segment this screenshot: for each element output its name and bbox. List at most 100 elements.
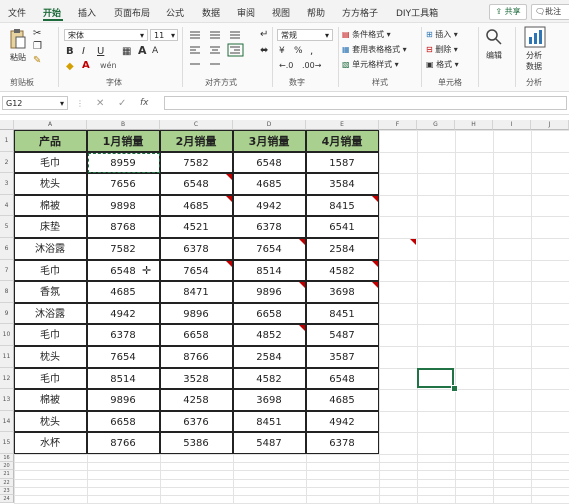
table-cell[interactable]: 毛巾: [13, 151, 87, 174]
table-cell[interactable]: 8766: [159, 346, 233, 368]
comma-button[interactable]: ,: [310, 46, 313, 57]
percent-button[interactable]: %: [294, 46, 303, 56]
column-header-e[interactable]: E: [306, 120, 379, 130]
table-cell[interactable]: 2584: [305, 238, 379, 260]
table-cell[interactable]: 4685: [232, 173, 306, 195]
row-header-8[interactable]: 8: [0, 281, 14, 303]
table-cell[interactable]: 6658: [86, 410, 160, 433]
insert-cells-button[interactable]: ⊞ 插入 ▾: [426, 29, 458, 40]
row-header-14[interactable]: 14: [0, 410, 14, 433]
table-cell[interactable]: 沐浴露: [13, 238, 87, 260]
table-cell[interactable]: 7582: [86, 238, 160, 260]
row-header-15[interactable]: 15: [0, 432, 14, 454]
table-cell[interactable]: 香氛: [13, 281, 87, 303]
table-cell[interactable]: 8471: [159, 281, 233, 303]
column-header-a[interactable]: A: [14, 120, 87, 130]
format-cells-button[interactable]: ▣ 格式 ▾: [426, 59, 459, 70]
table-header-cell[interactable]: 4月销量: [305, 130, 379, 152]
table-cell[interactable]: 4942: [232, 194, 306, 217]
table-cell[interactable]: 1587: [305, 151, 379, 174]
analyze-data-label-2[interactable]: 数据: [526, 61, 542, 72]
table-cell[interactable]: 7582: [159, 151, 233, 174]
merge-cells-icon[interactable]: ⬌: [260, 45, 268, 56]
cell-styles-button[interactable]: ▧ 单元格样式 ▾: [342, 59, 399, 70]
table-cell[interactable]: 7654: [86, 346, 160, 368]
table-cell[interactable]: 4685: [305, 389, 379, 411]
wrap-text-icon[interactable]: ↵: [260, 29, 268, 40]
table-header-cell[interactable]: 产品: [13, 130, 87, 152]
alignment-icons[interactable]: [188, 29, 258, 73]
table-cell[interactable]: 床垫: [13, 216, 87, 238]
table-cell[interactable]: 棉被: [13, 389, 87, 411]
column-header-c[interactable]: C: [160, 120, 233, 130]
table-cell[interactable]: 9896: [86, 389, 160, 411]
function-icon[interactable]: fx: [140, 98, 149, 108]
table-cell[interactable]: 6378: [305, 432, 379, 454]
phonetic-button[interactable]: wén: [100, 61, 117, 70]
table-cell[interactable]: 7656: [86, 173, 160, 195]
table-cell[interactable]: 3584: [305, 173, 379, 195]
font-shrink-icon[interactable]: A: [152, 46, 158, 56]
table-cell[interactable]: 7654: [232, 238, 306, 260]
table-cell[interactable]: 毛巾: [13, 367, 87, 390]
cut-icon[interactable]: ✂: [33, 28, 41, 39]
tab-fangfang[interactable]: 方方格子: [342, 6, 378, 19]
table-cell[interactable]: 4685: [159, 194, 233, 217]
table-cell[interactable]: 7654: [159, 259, 233, 282]
table-cell[interactable]: 4521: [159, 216, 233, 238]
row-header-9[interactable]: 9: [0, 302, 14, 325]
column-header-g[interactable]: G: [417, 120, 455, 130]
active-cell-g12[interactable]: [417, 367, 454, 389]
table-cell[interactable]: 枕头: [13, 346, 87, 368]
table-header-cell[interactable]: 1月销量: [86, 130, 160, 152]
search-icon[interactable]: [485, 28, 503, 46]
table-cell[interactable]: 8451: [232, 410, 306, 433]
row-header-10[interactable]: 10: [0, 324, 14, 346]
row-header-6[interactable]: 6: [0, 238, 14, 260]
table-cell[interactable]: 5487: [232, 432, 306, 454]
table-cell[interactable]: 毛巾: [13, 259, 87, 282]
column-header-j[interactable]: J: [531, 120, 569, 130]
delete-cells-button[interactable]: ⊟ 删除 ▾: [426, 44, 458, 55]
table-cell[interactable]: 4942: [86, 302, 160, 325]
row-header-21[interactable]: 21: [0, 470, 14, 479]
table-format-button[interactable]: ▦ 套用表格格式 ▾: [342, 44, 407, 55]
table-cell[interactable]: 4942: [305, 410, 379, 433]
column-header-h[interactable]: H: [455, 120, 493, 130]
paste-icon[interactable]: [8, 28, 26, 50]
table-cell[interactable]: 8766: [86, 432, 160, 454]
row-header-3[interactable]: 3: [0, 173, 14, 195]
table-cell[interactable]: 毛巾: [13, 324, 87, 346]
table-cell[interactable]: 4582: [232, 367, 306, 390]
table-cell[interactable]: 6376: [159, 410, 233, 433]
table-cell[interactable]: 9898: [86, 194, 160, 217]
table-cell[interactable]: 3698: [232, 389, 306, 411]
row-header-2[interactable]: 2: [0, 151, 14, 174]
font-size-select[interactable]: 11 ▾: [150, 29, 178, 41]
table-cell[interactable]: 水杯: [13, 432, 87, 454]
analyze-data-icon[interactable]: [524, 26, 546, 48]
table-cell[interactable]: 4852: [232, 324, 306, 346]
font-name-select[interactable]: 宋体 ▾: [64, 29, 148, 41]
number-format-select[interactable]: 常规 ▾: [277, 29, 333, 41]
tab-view[interactable]: 视图: [272, 6, 290, 19]
table-cell[interactable]: 6658: [159, 324, 233, 346]
decrease-decimal-icon[interactable]: .00→: [302, 61, 321, 70]
column-header-b[interactable]: B: [87, 120, 160, 130]
table-header-cell[interactable]: 2月销量: [159, 130, 233, 152]
tab-file[interactable]: 文件: [8, 6, 26, 19]
table-cell[interactable]: 6378: [232, 216, 306, 238]
format-painter-icon[interactable]: ✎: [33, 55, 41, 66]
font-grow-icon[interactable]: A: [138, 44, 147, 57]
row-header-1[interactable]: 1: [0, 130, 14, 152]
table-cell[interactable]: 4258: [159, 389, 233, 411]
row-header-22[interactable]: 22: [0, 478, 14, 487]
font-color-icon[interactable]: A: [82, 60, 90, 71]
table-cell[interactable]: 6378: [86, 324, 160, 346]
tab-help[interactable]: 帮助: [307, 6, 325, 19]
row-header-12[interactable]: 12: [0, 367, 14, 390]
table-cell[interactable]: 6548: [159, 173, 233, 195]
table-cell[interactable]: 枕头: [13, 173, 87, 195]
row-header-13[interactable]: 13: [0, 389, 14, 411]
underline-button[interactable]: U: [97, 46, 104, 57]
